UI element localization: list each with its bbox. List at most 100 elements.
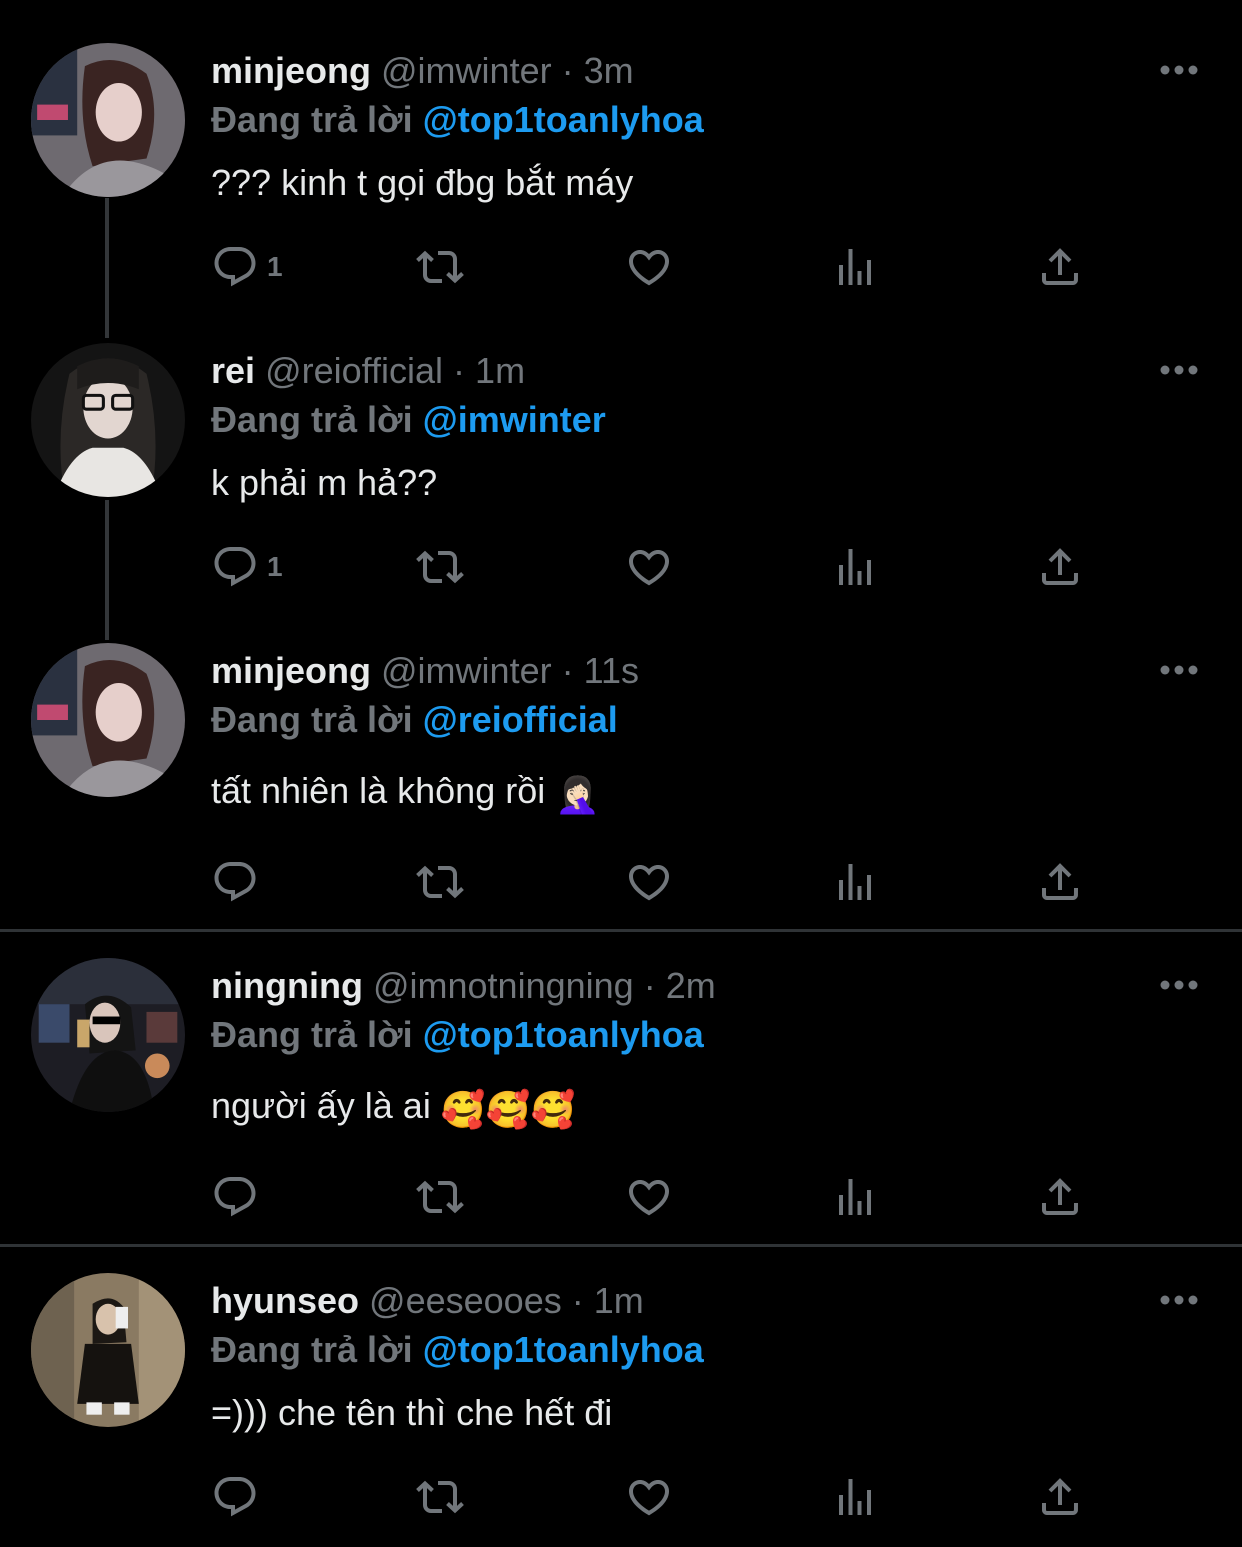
analytics-icon bbox=[831, 543, 879, 591]
retweet-button[interactable] bbox=[416, 1172, 464, 1222]
mention-link[interactable]: @top1toanlyhoa bbox=[423, 99, 704, 140]
action-bar: 1 bbox=[211, 242, 1111, 292]
timestamp[interactable]: 2m bbox=[666, 965, 716, 1006]
more-icon[interactable] bbox=[1158, 660, 1200, 680]
reply-button[interactable] bbox=[211, 1472, 259, 1522]
action-bar: 1 bbox=[211, 542, 1111, 592]
tweet-header: rei @reiofficial · 1m bbox=[211, 349, 525, 393]
share-button[interactable] bbox=[1036, 242, 1084, 292]
replying-to: Đang trả lời @top1toanlyhoa bbox=[211, 1328, 704, 1372]
username[interactable]: @imwinter bbox=[381, 50, 552, 91]
analytics-button[interactable] bbox=[831, 1172, 879, 1222]
tweet-text: =))) che tên thì che hết đi bbox=[211, 1392, 613, 1433]
analytics-button[interactable] bbox=[831, 857, 879, 907]
share-button[interactable] bbox=[1036, 1172, 1084, 1222]
like-icon bbox=[625, 858, 673, 906]
tweet[interactable]: rei @reiofficial · 1m Đang trả lời @imwi… bbox=[0, 300, 1242, 630]
avatar[interactable] bbox=[31, 958, 185, 1112]
reply-icon bbox=[211, 543, 259, 591]
analytics-icon bbox=[831, 243, 879, 291]
retweet-icon bbox=[416, 858, 464, 906]
analytics-button[interactable] bbox=[831, 542, 879, 592]
reply-button[interactable]: 1 bbox=[211, 542, 283, 592]
tweet[interactable]: ningning @imnotningning · 2m Đang trả lờ… bbox=[0, 915, 1242, 1245]
timestamp[interactable]: 3m bbox=[584, 50, 634, 91]
display-name[interactable]: hyunseo bbox=[211, 1280, 359, 1321]
separator-dot: · bbox=[453, 350, 466, 391]
avatar[interactable] bbox=[31, 343, 185, 497]
retweet-button[interactable] bbox=[416, 242, 464, 292]
reply-icon bbox=[211, 858, 259, 906]
share-icon bbox=[1036, 243, 1084, 291]
replying-to: Đang trả lời @imwinter bbox=[211, 398, 606, 442]
share-button[interactable] bbox=[1036, 542, 1084, 592]
reply-button[interactable] bbox=[211, 1172, 259, 1222]
like-button[interactable] bbox=[625, 542, 673, 592]
like-button[interactable] bbox=[625, 242, 673, 292]
reply-button[interactable] bbox=[211, 857, 259, 907]
mention-link[interactable]: @top1toanlyhoa bbox=[423, 1329, 704, 1370]
profile-photo bbox=[31, 958, 185, 1112]
retweet-button[interactable] bbox=[416, 1472, 464, 1522]
action-bar bbox=[211, 1172, 1111, 1222]
analytics-icon bbox=[831, 1473, 879, 1521]
display-name[interactable]: rei bbox=[211, 350, 255, 391]
profile-photo bbox=[31, 343, 185, 497]
tweet-text: ??? kinh t gọi đbg bắt máy bbox=[211, 162, 634, 203]
replying-label: Đang trả lời bbox=[211, 99, 413, 140]
share-button[interactable] bbox=[1036, 857, 1084, 907]
like-button[interactable] bbox=[625, 1172, 673, 1222]
username[interactable]: @imwinter bbox=[381, 650, 552, 691]
reply-icon bbox=[211, 1173, 259, 1221]
reply-count: 1 bbox=[267, 251, 283, 282]
replying-to: Đang trả lời @top1toanlyhoa bbox=[211, 98, 704, 142]
retweet-button[interactable] bbox=[416, 542, 464, 592]
profile-photo bbox=[31, 43, 185, 197]
avatar[interactable] bbox=[31, 643, 185, 797]
timestamp[interactable]: 11s bbox=[584, 650, 639, 691]
share-button[interactable] bbox=[1036, 1472, 1084, 1522]
like-button[interactable] bbox=[625, 1472, 673, 1522]
share-icon bbox=[1036, 858, 1084, 906]
mention-link[interactable]: @top1toanlyhoa bbox=[423, 1014, 704, 1055]
tweet-header: minjeong @imwinter · 11s bbox=[211, 649, 639, 693]
tweet-text: người ấy là ai 🥰🥰🥰 bbox=[211, 1083, 575, 1133]
reply-count: 1 bbox=[267, 551, 283, 582]
tweet[interactable]: minjeong @imwinter · 3m Đang trả lời @to… bbox=[0, 0, 1242, 330]
replying-to: Đang trả lời @top1toanlyhoa bbox=[211, 1013, 704, 1057]
analytics-icon bbox=[831, 1173, 879, 1221]
more-icon[interactable] bbox=[1158, 360, 1200, 380]
mention-link[interactable]: @imwinter bbox=[423, 399, 606, 440]
tweet-text-body: tất nhiên là không rồi bbox=[211, 770, 546, 811]
display-name[interactable]: minjeong bbox=[211, 650, 371, 691]
username[interactable]: @reiofficial bbox=[265, 350, 443, 391]
timestamp[interactable]: 1m bbox=[594, 1280, 644, 1321]
reply-icon bbox=[211, 1473, 259, 1521]
more-icon[interactable] bbox=[1158, 60, 1200, 80]
like-icon bbox=[625, 1173, 673, 1221]
display-name[interactable]: ningning bbox=[211, 965, 363, 1006]
reply-button[interactable]: 1 bbox=[211, 242, 283, 292]
avatar[interactable] bbox=[31, 1273, 185, 1427]
display-name[interactable]: minjeong bbox=[211, 50, 371, 91]
timestamp[interactable]: 1m bbox=[475, 350, 525, 391]
tweet[interactable]: hyunseo @eeseooes · 1m Đang trả lời @top… bbox=[0, 1230, 1242, 1547]
like-button[interactable] bbox=[625, 857, 673, 907]
more-icon[interactable] bbox=[1158, 975, 1200, 995]
separator-dot: · bbox=[571, 1280, 584, 1321]
analytics-button[interactable] bbox=[831, 242, 879, 292]
tweet-text: tất nhiên là không rồi 🤦🏻‍♀️ bbox=[211, 768, 600, 818]
tweet[interactable]: minjeong @imwinter · 11s Đang trả lời @r… bbox=[0, 600, 1242, 930]
action-bar bbox=[211, 857, 1111, 907]
avatar[interactable] bbox=[31, 43, 185, 197]
replying-label: Đang trả lời bbox=[211, 1014, 413, 1055]
like-icon bbox=[625, 243, 673, 291]
analytics-button[interactable] bbox=[831, 1472, 879, 1522]
smiling-hearts-emoji: 🥰🥰🥰 bbox=[440, 1089, 576, 1130]
username[interactable]: @imnotningning bbox=[373, 965, 634, 1006]
retweet-button[interactable] bbox=[416, 857, 464, 907]
mention-link[interactable]: @reiofficial bbox=[423, 699, 618, 740]
username[interactable]: @eeseooes bbox=[369, 1280, 562, 1321]
more-icon[interactable] bbox=[1158, 1290, 1200, 1310]
profile-photo bbox=[31, 643, 185, 797]
